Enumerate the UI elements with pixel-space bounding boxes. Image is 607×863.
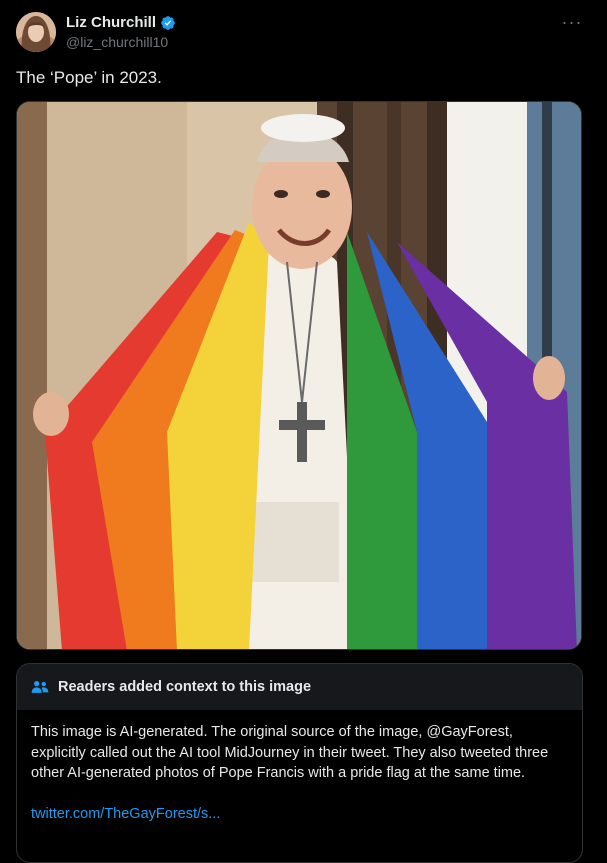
tweet-text: The ‘Pope’ in 2023. bbox=[16, 68, 162, 87]
tweet-card: Liz Churchill @liz_churchill10 ··· The ‘… bbox=[0, 0, 607, 863]
pope-rainbow-flag-image bbox=[17, 102, 581, 649]
community-note-header: Readers added context to this image bbox=[17, 664, 582, 710]
people-icon bbox=[31, 681, 49, 693]
tweet-image[interactable] bbox=[16, 101, 582, 650]
community-note: Readers added context to this image This… bbox=[16, 663, 583, 863]
community-note-body: This image is AI-generated. The original… bbox=[17, 710, 582, 825]
author-name-row[interactable]: Liz Churchill bbox=[66, 14, 176, 31]
author-handle[interactable]: @liz_churchill10 bbox=[66, 34, 168, 50]
verified-badge-icon bbox=[161, 15, 175, 30]
community-note-title: Readers added context to this image bbox=[58, 679, 312, 695]
community-note-text: This image is AI-generated. The original… bbox=[31, 724, 549, 781]
more-dots-icon[interactable]: ··· bbox=[560, 12, 584, 32]
community-note-source-link[interactable]: twitter.com/TheGayForest/s... bbox=[31, 804, 571, 825]
author-avatar[interactable] bbox=[16, 12, 56, 52]
author-name[interactable]: Liz Churchill bbox=[66, 14, 156, 31]
